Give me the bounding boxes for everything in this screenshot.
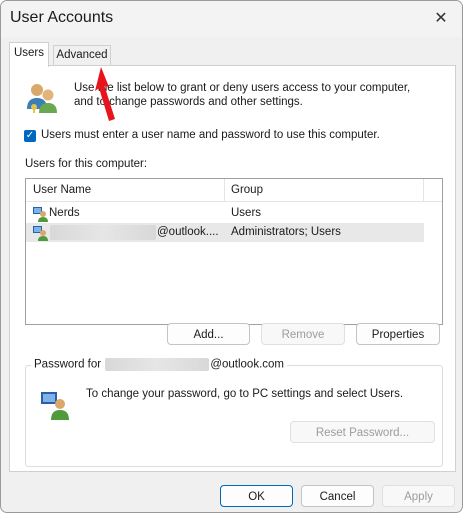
column-user-name[interactable]: User Name bbox=[33, 184, 91, 196]
apply-button[interactable]: Apply bbox=[382, 485, 455, 507]
properties-button[interactable]: Properties bbox=[356, 323, 440, 345]
users-list-label: Users for this computer: bbox=[25, 158, 148, 170]
users-tab-panel: Use the list below to grant or deny user… bbox=[9, 65, 456, 472]
user-group: Administrators; Users bbox=[231, 226, 341, 238]
table-row[interactable]: @outlook.... Administrators; Users bbox=[26, 223, 424, 242]
column-group[interactable]: Group bbox=[231, 184, 263, 196]
password-group: Password for @outlook.com To change your… bbox=[25, 358, 443, 467]
column-separator[interactable] bbox=[423, 179, 424, 201]
close-icon[interactable]: ✕ bbox=[422, 3, 460, 33]
require-password-checkbox[interactable]: ✓ bbox=[24, 130, 36, 142]
password-instructions: To change your password, go to PC settin… bbox=[86, 388, 404, 400]
user-icon bbox=[33, 207, 48, 222]
cancel-button[interactable]: Cancel bbox=[301, 485, 374, 507]
table-row[interactable]: Nerds Users bbox=[26, 204, 424, 223]
user-accounts-dialog: User Accounts ✕ Users Advanced Use the l… bbox=[0, 0, 463, 513]
ok-button[interactable]: OK bbox=[220, 485, 293, 507]
title-bar: User Accounts ✕ bbox=[1, 1, 462, 37]
password-group-legend: Password for @outlook.com bbox=[31, 358, 287, 371]
require-password-label: Users must enter a user name and passwor… bbox=[41, 129, 380, 141]
user-computer-icon bbox=[41, 392, 69, 420]
window-title: User Accounts bbox=[10, 9, 114, 26]
tab-users[interactable]: Users bbox=[9, 42, 49, 67]
password-legend-prefix: Password for bbox=[34, 358, 102, 371]
password-legend-suffix: @outlook.com bbox=[210, 358, 284, 371]
column-separator[interactable] bbox=[224, 179, 225, 201]
user-group: Users bbox=[231, 207, 262, 219]
user-icon bbox=[33, 226, 48, 241]
users-listview[interactable]: User Name Group Nerds Users @outlook....… bbox=[25, 178, 443, 325]
user-name: @outlook.... bbox=[157, 226, 219, 238]
user-name: Nerds bbox=[49, 207, 80, 219]
list-header: User Name Group bbox=[26, 179, 442, 202]
redacted-email bbox=[105, 358, 210, 371]
reset-password-button[interactable]: Reset Password... bbox=[290, 421, 435, 443]
add-button[interactable]: Add... bbox=[167, 323, 250, 345]
remove-button[interactable]: Remove bbox=[261, 323, 345, 345]
redacted-email bbox=[50, 225, 156, 240]
tab-advanced[interactable]: Advanced bbox=[53, 45, 111, 66]
annotation-arrow-icon bbox=[95, 67, 115, 121]
users-group-icon bbox=[27, 84, 57, 113]
